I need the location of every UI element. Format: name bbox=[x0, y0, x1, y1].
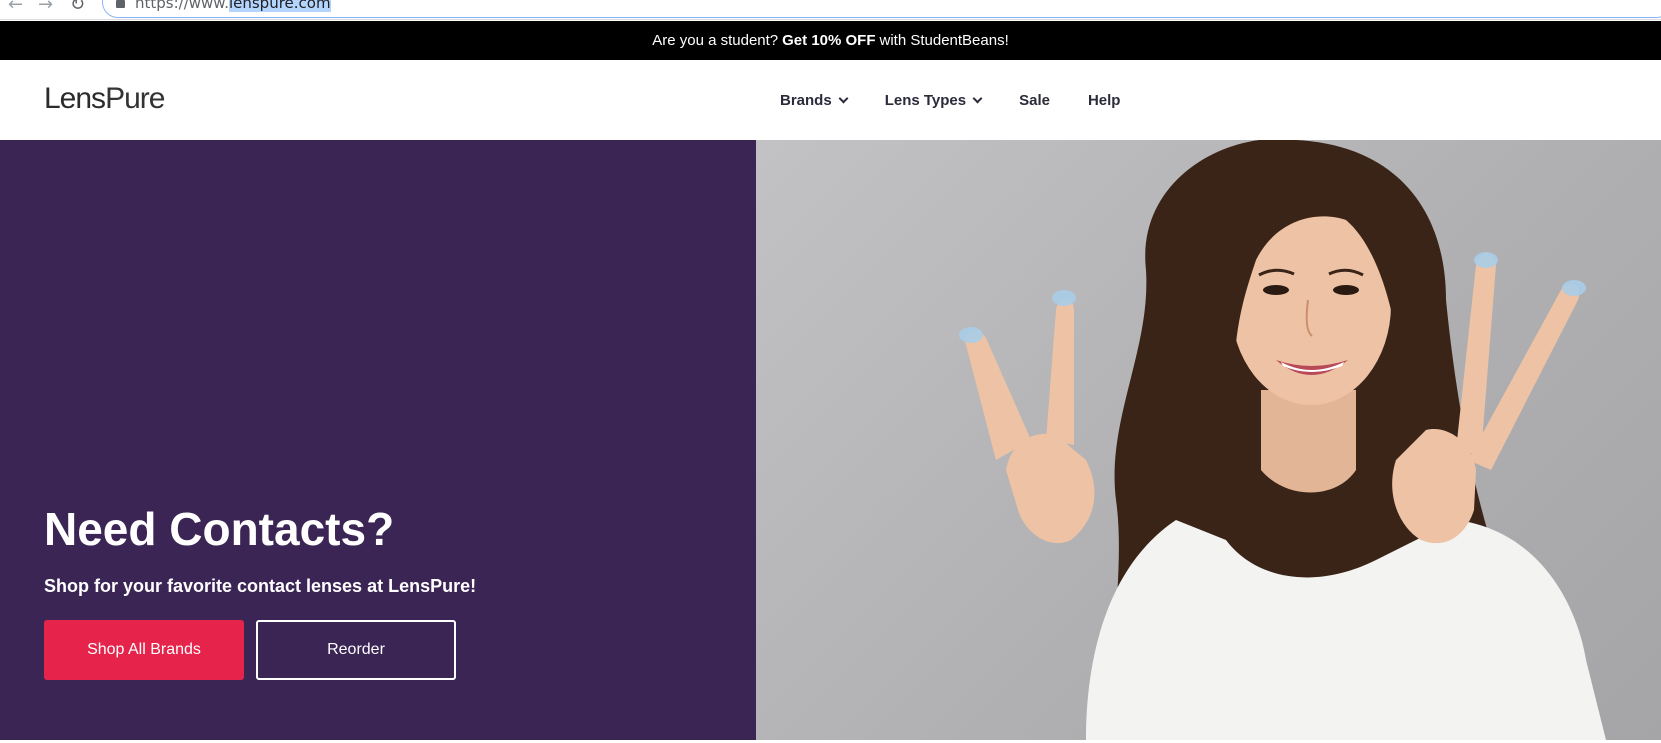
url-selected-text: lenspure.com bbox=[228, 0, 331, 12]
reload-icon[interactable]: ↻ bbox=[70, 0, 85, 15]
site-header: LensPure Brands Lens Types Sale Help bbox=[0, 60, 1661, 140]
chevron-down-icon bbox=[972, 93, 983, 103]
chevron-down-icon bbox=[838, 93, 849, 103]
woman-with-contact-lenses-photo bbox=[959, 140, 1606, 740]
browser-toolbar: ← → ↻ https://www.lenspure.com bbox=[0, 0, 1661, 20]
hero-section: Need Contacts? Shop for your favorite co… bbox=[0, 140, 1661, 740]
nav-item-label: Brands bbox=[780, 91, 832, 109]
reorder-button[interactable]: Reorder bbox=[256, 620, 456, 680]
nav-item-label: Sale bbox=[1019, 91, 1050, 109]
promo-text-bold: Get 10% OFF bbox=[782, 32, 876, 49]
nav-item-label: Help bbox=[1087, 91, 1121, 109]
promo-banner[interactable]: Are you a student? Get 10% OFF with Stud… bbox=[0, 21, 1661, 60]
shop-all-brands-button[interactable]: Shop All Brands bbox=[44, 620, 244, 680]
lock-icon bbox=[116, 0, 125, 8]
hero-panel: Need Contacts? Shop for your favorite co… bbox=[0, 140, 756, 740]
main-nav: Brands Lens Types Sale Help bbox=[780, 60, 1158, 140]
forward-arrow-icon[interactable]: → bbox=[38, 0, 53, 15]
nav-item-brands[interactable]: Brands bbox=[780, 91, 849, 109]
logo-text-lens: Lens bbox=[44, 82, 106, 115]
lenspure-logo[interactable]: LensPure bbox=[44, 82, 165, 116]
nav-item-help[interactable]: Help bbox=[1088, 92, 1121, 109]
address-bar[interactable]: https://www.lenspure.com bbox=[102, 0, 1661, 18]
nav-item-lens-types[interactable]: Lens Types bbox=[884, 91, 983, 109]
hero-subtitle: Shop for your favorite contact lenses at… bbox=[44, 576, 477, 596]
url-prefix: https://www. bbox=[135, 0, 229, 12]
promo-text-after: with StudentBeans! bbox=[879, 32, 1009, 49]
nav-item-label: Lens Types bbox=[884, 91, 967, 109]
nav-item-sale[interactable]: Sale bbox=[1019, 92, 1050, 109]
logo-text-pure: Pure bbox=[105, 82, 165, 115]
hero-title: Need Contacts? bbox=[44, 503, 395, 555]
back-arrow-icon[interactable]: ← bbox=[8, 0, 23, 15]
promo-text-before: Are you a student? bbox=[652, 32, 779, 49]
hero-photo bbox=[756, 140, 1661, 740]
url-text[interactable]: https://www.lenspure.com bbox=[135, 0, 331, 12]
